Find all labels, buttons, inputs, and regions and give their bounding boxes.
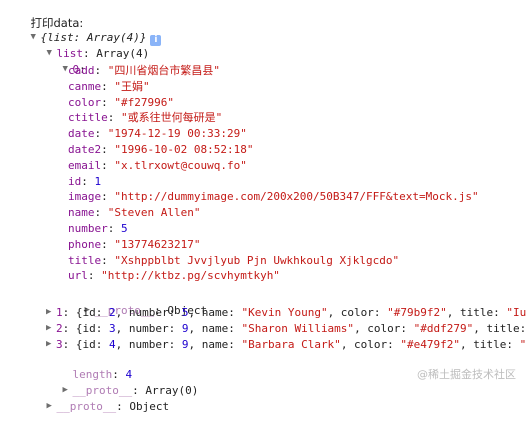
collapsed-triangle-icon[interactable]: ▶ xyxy=(46,305,56,320)
field-key: canme xyxy=(68,79,102,93)
item-name: "Sharon Williams" xyxy=(241,322,355,335)
item-color: "#79b9f2" xyxy=(387,306,447,319)
field-value: 1 xyxy=(94,174,102,188)
item-id: 3 xyxy=(109,322,116,335)
field-value: 5 xyxy=(121,222,128,235)
field-row-0: cadd: "四川省烟台市繁昌县" xyxy=(68,64,220,77)
field-key: name xyxy=(68,206,95,220)
item-id: 4 xyxy=(109,338,116,351)
field-value: "Steven Allen" xyxy=(107,206,201,220)
field-key: image xyxy=(68,190,102,204)
item-index: 3 xyxy=(56,338,63,351)
field-row-6: email: "x.tlrxowt@couwq.fo" xyxy=(68,158,247,172)
field-value: "1974-12-19 00:33:29" xyxy=(107,127,247,141)
field-value: "#f27996" xyxy=(114,95,174,109)
item-title: "Iu xyxy=(506,306,526,319)
collapsed-triangle-icon[interactable]: ▶ xyxy=(47,399,57,414)
field-row-13: url: "http://ktbz.pg/scvhymtkyh" xyxy=(68,269,280,283)
field-row-5: date2: "1996-10-02 08:52:18" xyxy=(68,143,254,156)
collapsed-triangle-icon[interactable]: ▶ xyxy=(46,321,56,336)
watermark: @稀土掘金技术社区 xyxy=(417,368,516,381)
list-property-toggle[interactable]: ▼ list: Array(4) xyxy=(20,31,150,60)
item-0-toggle[interactable]: ▼ 0: xyxy=(36,47,86,76)
field-key: id xyxy=(68,174,82,188)
length-property: length: 4 xyxy=(72,368,133,381)
field-value: "1996-10-02 08:52:18" xyxy=(114,143,254,156)
field-key: title xyxy=(68,253,102,267)
item-color: "#ddf279" xyxy=(413,322,474,335)
field-value: "王娟" xyxy=(114,79,150,93)
field-key: number xyxy=(68,222,108,235)
item-name: "Kevin Young" xyxy=(241,306,328,319)
field-key: date2 xyxy=(68,143,102,156)
field-value: "或系往世何每研是" xyxy=(121,111,223,125)
field-value: "Xshppblbt Jvvjlyub Pjn Uwkhkoulg Xjklgc… xyxy=(114,253,400,267)
field-value: "http://dummyimage.com/200x200/50B347/FF… xyxy=(114,190,479,204)
array-proto-toggle[interactable]: ▶ __proto__: Array(0) xyxy=(36,368,199,397)
field-key: cadd xyxy=(68,64,95,77)
field-row-7: id: 1 xyxy=(68,174,102,188)
info-icon[interactable]: i xyxy=(150,35,162,46)
field-value: "四川省烟台市繁昌县" xyxy=(107,64,220,77)
field-key: ctitle xyxy=(68,111,108,125)
field-key: color xyxy=(68,95,102,109)
field-value: "http://ktbz.pg/scvhymtkyh" xyxy=(101,269,280,283)
item-title: " xyxy=(519,338,526,351)
item-index: 1 xyxy=(56,306,63,319)
root-proto-toggle[interactable]: ▶ __proto__: Object xyxy=(20,384,170,413)
field-key: date xyxy=(68,127,95,141)
field-value: "x.tlrxowt@couwq.fo" xyxy=(114,158,247,172)
field-key: phone xyxy=(68,237,102,251)
field-row-4: date: "1974-12-19 00:33:29" xyxy=(68,127,247,141)
log-prefix: 打印data: xyxy=(30,16,84,30)
item-color: "#e479f2" xyxy=(400,338,461,351)
item-index: 2 xyxy=(56,322,63,335)
field-value: "13774623217" xyxy=(114,237,201,251)
field-row-2: color: "#f27996" xyxy=(68,95,174,109)
field-key: email xyxy=(68,158,102,172)
field-row-12: title: "Xshppblbt Jvvjlyub Pjn Uwkhkoulg… xyxy=(68,253,400,267)
field-row-1: canme: "王娟" xyxy=(68,79,150,93)
collapsed-triangle-icon[interactable]: ▶ xyxy=(46,337,56,352)
item-name: "Barbara Clark" xyxy=(241,338,341,351)
item-id: 2 xyxy=(109,306,116,319)
item-0-proto-toggle[interactable]: ▶ __proto__: Object xyxy=(58,288,208,317)
field-row-11: phone: "13774623217" xyxy=(68,237,201,251)
field-row-9: name: "Steven Allen" xyxy=(68,206,201,220)
field-row-3: ctitle: "或系往世何每研是" xyxy=(68,111,223,125)
collapsed-item-1[interactable]: ▶ 2: {id: 3, number: 9, name: "Sharon Wil… xyxy=(46,321,526,336)
collapsed-item-2[interactable]: ▶ 3: {id: 4, number: 9, name: "Barbara Cl… xyxy=(46,337,526,352)
field-row-8: image: "http://dummyimage.com/200x200/50… xyxy=(68,190,479,204)
field-key: url xyxy=(68,269,88,283)
collapsed-item-0[interactable]: ▶ 1: {id: 2, number: 5, name: "Kevin Youn… xyxy=(46,305,526,320)
root-object-toggle[interactable]: ▼ {list: Array(4)} i xyxy=(4,15,162,46)
field-row-10: number: 5 xyxy=(68,222,128,235)
